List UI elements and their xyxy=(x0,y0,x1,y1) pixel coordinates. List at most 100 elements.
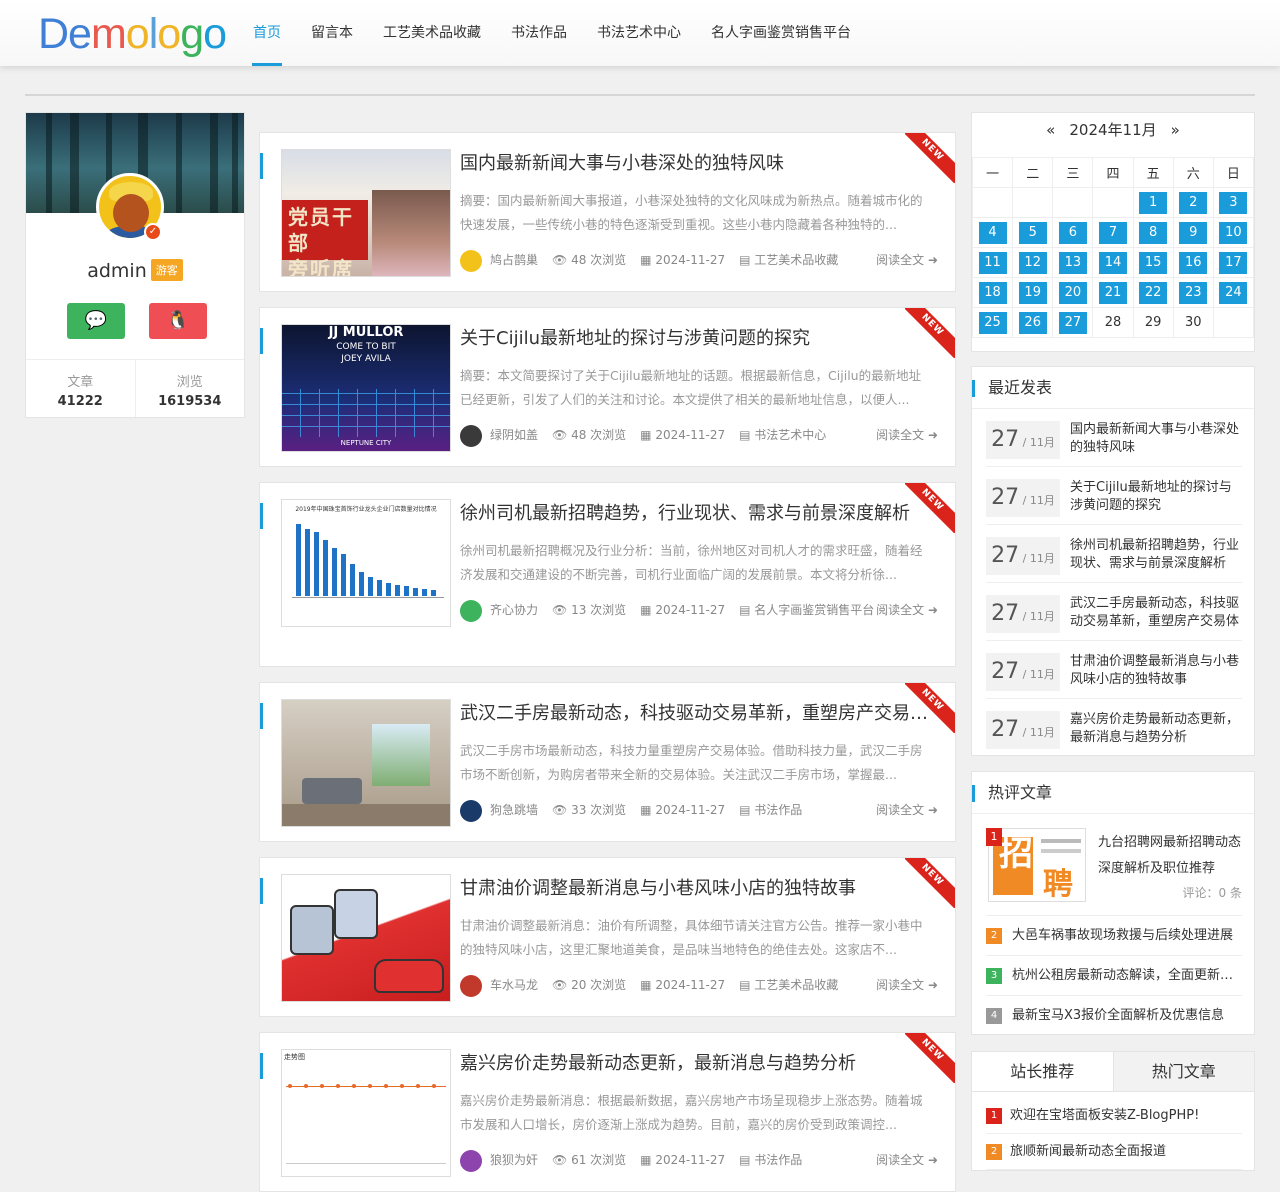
calendar-day-number[interactable]: 11 xyxy=(978,251,1007,274)
post-thumbnail[interactable] xyxy=(281,874,451,1002)
hot-item-title[interactable]: 最新宝马X3报价全面解析及优惠信息 xyxy=(1012,1008,1224,1023)
read-more-text[interactable]: 阅读全文 xyxy=(876,428,924,442)
calendar-day-number[interactable]: 18 xyxy=(978,281,1007,304)
calendar-day-number[interactable]: 21 xyxy=(1098,281,1127,304)
recent-title-link[interactable]: 徐州司机最新招聘趋势，行业现状、需求与前景深度解析 xyxy=(1070,537,1242,573)
hot-item-title[interactable]: 杭州公租房最新动态解读，全面更新政策 xyxy=(1012,968,1242,983)
read-more-link[interactable]: 阅读全文 ➜ xyxy=(876,974,938,996)
nav-crafts[interactable]: 工艺美术品收藏 xyxy=(368,0,496,66)
post-title[interactable]: 关于Cijilu最新地址的探讨与涉黄问题的探究 xyxy=(460,326,930,352)
qq-button[interactable]: 🐧 xyxy=(149,303,207,339)
post-author[interactable]: 鸠占鹊巢 xyxy=(490,253,538,267)
hot-top-item[interactable]: 招 聘 1 九台招聘网最新招聘动态深度解析及职位推荐 评论：0 条 xyxy=(986,828,1242,902)
recent-item[interactable]: 27 / 11月 徐州司机最新招聘趋势，行业现状、需求与前景深度解析 xyxy=(986,533,1242,583)
calendar-day-number[interactable]: 14 xyxy=(1098,251,1127,274)
calendar-day-number[interactable]: 27 xyxy=(1058,311,1087,334)
calendar-day-number[interactable]: 23 xyxy=(1179,281,1208,304)
post-author[interactable]: 车水马龙 xyxy=(490,978,538,992)
read-more-link[interactable]: 阅读全文 ➜ xyxy=(876,1149,938,1171)
calendar-day-number[interactable]: 13 xyxy=(1058,251,1087,274)
post-thumbnail[interactable]: JJ MULLOR COME TO BIT JOEY AVILA NEPTUNE CI… xyxy=(281,324,451,452)
read-more-link[interactable]: 阅读全文 ➜ xyxy=(876,599,938,621)
calendar-day-number[interactable]: 4 xyxy=(978,221,1007,244)
post-category[interactable]: ▤ 工艺美术品收藏 xyxy=(739,978,838,992)
tab-popular-articles[interactable]: 热门文章 xyxy=(1112,1052,1254,1091)
calendar-day-number[interactable]: 8 xyxy=(1139,221,1168,244)
post-category[interactable]: ▤ 书法作品 xyxy=(739,803,802,817)
calendar-day-number[interactable]: 24 xyxy=(1219,281,1248,304)
recent-item[interactable]: 27 / 11月 国内最新新闻大事与小巷深处的独特风味 xyxy=(986,417,1242,467)
calendar-day-number[interactable]: 9 xyxy=(1179,221,1208,244)
recent-title-link[interactable]: 嘉兴房价走势最新动态更新，最新消息与趋势分析 xyxy=(1070,711,1242,747)
post-title[interactable]: 嘉兴房价走势最新动态更新，最新消息与趋势分析 xyxy=(460,1051,930,1077)
post-category-text[interactable]: 书法作品 xyxy=(754,1153,802,1167)
calendar-day-number[interactable]: 2 xyxy=(1179,191,1208,214)
post-category[interactable]: ▤ 工艺美术品收藏 xyxy=(739,253,838,267)
hot-item-title[interactable]: 大邑车祸事故现场救援与后续处理进展 xyxy=(1012,928,1233,943)
post-category[interactable]: ▤ 书法作品 xyxy=(739,1153,802,1167)
read-more-text[interactable]: 阅读全文 xyxy=(876,1153,924,1167)
recommend-item[interactable]: 1 欢迎在宝塔面板安装Z-BlogPHP! xyxy=(986,1098,1242,1134)
calendar-day-number[interactable]: 25 xyxy=(978,311,1007,334)
calendar-day-number[interactable]: 6 xyxy=(1058,221,1087,244)
post-author[interactable]: 齐心协力 xyxy=(490,603,538,617)
post-title[interactable]: 武汉二手房最新动态，科技驱动交易革新，重塑房产交易体验 xyxy=(460,701,930,727)
post-category[interactable]: ▤ 名人字画鉴赏销售平台 xyxy=(739,603,874,617)
wechat-button[interactable]: 💬 xyxy=(67,303,125,339)
author-avatar[interactable] xyxy=(460,799,482,822)
post-author[interactable]: 绿阴如盖 xyxy=(490,428,538,442)
site-logo[interactable]: Demologo xyxy=(38,8,227,60)
post-thumbnail[interactable] xyxy=(281,699,451,827)
read-more-text[interactable]: 阅读全文 xyxy=(876,253,924,267)
recommend-title[interactable]: 欢迎在宝塔面板安装Z-BlogPHP! xyxy=(1010,1108,1199,1123)
author-avatar[interactable] xyxy=(460,249,482,272)
post-category-text[interactable]: 工艺美术品收藏 xyxy=(754,253,838,267)
recent-item[interactable]: 27 / 11月 嘉兴房价走势最新动态更新，最新消息与趋势分析 xyxy=(986,707,1242,757)
post-category-text[interactable]: 工艺美术品收藏 xyxy=(754,978,838,992)
hot-top-title[interactable]: 九台招聘网最新招聘动态深度解析及职位推荐 xyxy=(1098,830,1244,882)
recent-item[interactable]: 27 / 11月 关于Cijilu最新地址的探讨与涉黄问题的探究 xyxy=(986,475,1242,525)
post-author[interactable]: 狗急跳墙 xyxy=(490,803,538,817)
calendar-day-number[interactable]: 7 xyxy=(1098,221,1127,244)
post-thumbnail[interactable]: 走势图 xyxy=(281,1049,451,1177)
hot-top-thumbnail[interactable]: 招 聘 xyxy=(988,828,1086,902)
calendar-next-button[interactable]: » xyxy=(1171,121,1180,139)
hot-item[interactable]: 2 大邑车祸事故现场救援与后续处理进展 xyxy=(986,915,1242,955)
nav-calligraphy[interactable]: 书法作品 xyxy=(496,0,582,66)
recent-title-link[interactable]: 甘肃油价调整最新消息与小巷风味小店的独特故事 xyxy=(1070,653,1242,689)
calendar-day-number[interactable]: 20 xyxy=(1058,281,1087,304)
hot-item[interactable]: 4 最新宝马X3报价全面解析及优惠信息 xyxy=(986,995,1242,1035)
author-avatar[interactable] xyxy=(460,599,482,622)
post-title[interactable]: 甘肃油价调整最新消息与小巷风味小店的独特故事 xyxy=(460,876,930,902)
read-more-link[interactable]: 阅读全文 ➜ xyxy=(876,249,938,271)
author-avatar[interactable] xyxy=(460,1149,482,1172)
author-avatar[interactable] xyxy=(460,974,482,997)
calendar-day-number[interactable]: 12 xyxy=(1018,251,1047,274)
recent-item[interactable]: 27 / 11月 甘肃油价调整最新消息与小巷风味小店的独特故事 xyxy=(986,649,1242,699)
calendar-day-number[interactable]: 5 xyxy=(1018,221,1047,244)
post-category[interactable]: ▤ 书法艺术中心 xyxy=(739,428,826,442)
calendar-day-number[interactable]: 17 xyxy=(1219,251,1248,274)
post-thumbnail[interactable]: 党员干部 旁听席 xyxy=(281,149,451,277)
read-more-text[interactable]: 阅读全文 xyxy=(876,603,924,617)
post-title[interactable]: 徐州司机最新招聘趋势，行业现状、需求与前景深度解析 xyxy=(460,501,930,527)
nav-calligraphy-center[interactable]: 书法艺术中心 xyxy=(582,0,696,66)
post-thumbnail[interactable]: 2019年中国珠宝首饰行业龙头企业门店数量对比情况 xyxy=(281,499,451,627)
post-author[interactable]: 狼狈为奸 xyxy=(490,1153,538,1167)
author-avatar[interactable] xyxy=(460,424,482,447)
calendar-day-number[interactable]: 19 xyxy=(1018,281,1047,304)
recommend-title[interactable]: 旅顺新闻最新动态全面报道 xyxy=(1010,1144,1166,1159)
post-title[interactable]: 国内最新新闻大事与小巷深处的独特风味 xyxy=(460,151,930,177)
recent-title-link[interactable]: 武汉二手房最新动态，科技驱动交易革新，重塑房产交易体验 xyxy=(1070,595,1242,631)
post-category-text[interactable]: 名人字画鉴赏销售平台 xyxy=(754,603,874,617)
calendar-day-number[interactable]: 10 xyxy=(1219,221,1248,244)
read-more-text[interactable]: 阅读全文 xyxy=(876,978,924,992)
nav-guestbook[interactable]: 留言本 xyxy=(296,0,368,66)
read-more-link[interactable]: 阅读全文 ➜ xyxy=(876,799,938,821)
recent-title-link[interactable]: 国内最新新闻大事与小巷深处的独特风味 xyxy=(1070,421,1242,457)
post-category-text[interactable]: 书法艺术中心 xyxy=(754,428,826,442)
post-category-text[interactable]: 书法作品 xyxy=(754,803,802,817)
calendar-prev-button[interactable]: « xyxy=(1046,121,1055,139)
calendar-day-number[interactable]: 15 xyxy=(1139,251,1168,274)
calendar-day-number[interactable]: 26 xyxy=(1018,311,1047,334)
